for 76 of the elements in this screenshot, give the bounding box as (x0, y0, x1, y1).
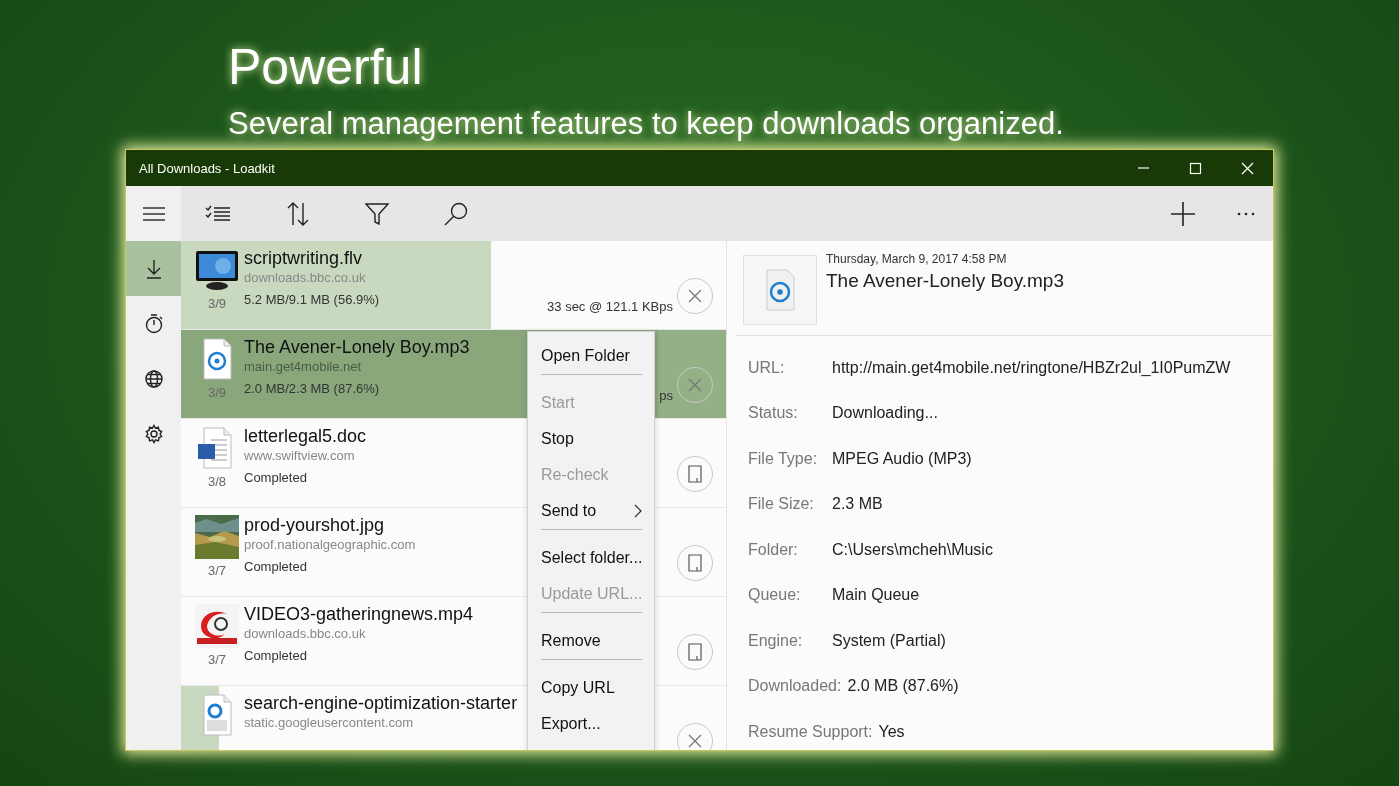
menu-item[interactable]: Open Folder (541, 338, 643, 374)
source-domain: static.googleusercontent.com (244, 714, 414, 732)
close-icon (688, 734, 702, 748)
progress-text: Completed (244, 559, 307, 574)
field-value: 2.0 MB (87.6%) (847, 677, 959, 696)
nav-item-highlight[interactable] (126, 241, 181, 296)
window-title: All Downloads - Loadkit (138, 160, 276, 176)
settings-icon[interactable] (144, 423, 163, 444)
stopwatch-icon[interactable] (144, 313, 163, 334)
source-domain: www.swiftview.com (244, 447, 355, 465)
file-title: The Avener-Lonely Boy.mp3 (826, 270, 1064, 292)
field-label: Folder: (748, 540, 799, 559)
swirl-icon (195, 604, 239, 648)
more-icon[interactable] (1237, 211, 1255, 216)
source-domain: main.get4mobile.net (244, 358, 362, 376)
progress-text: 5.2 MB/9.1 MB (56.9%) (244, 292, 380, 307)
field-label: Status: (748, 404, 799, 423)
sort-icon[interactable] (286, 201, 310, 226)
field-label: Queue: (748, 586, 802, 605)
menu-item[interactable]: Stop (541, 421, 643, 457)
field-value: Main Queue (832, 586, 920, 605)
field-value: Downloading... (832, 404, 938, 423)
queue-position: 3/9 (207, 296, 227, 311)
source-domain: downloads.bbc.co.uk (244, 269, 366, 287)
monitor-icon (195, 248, 239, 292)
menu-item[interactable]: Remove (541, 623, 643, 659)
file-icon (688, 465, 702, 483)
headline: Powerful (228, 38, 424, 96)
field-value: C:\Users\mcheh\Music (832, 540, 993, 559)
queue-position: 3/7 (207, 563, 227, 578)
field-value: System (Partial) (832, 631, 946, 650)
search-icon[interactable] (444, 201, 468, 226)
file-icon (688, 643, 702, 661)
file-name: search-engine-optimization-starter (244, 692, 518, 714)
field-value: http://main.get4mobile.net/ringtone/HBZr2ul_1I0PumZW (832, 358, 1231, 377)
close-icon[interactable] (1240, 161, 1254, 175)
field-label: File Size: (748, 495, 815, 514)
field-label: Downloaded: (748, 677, 842, 696)
checklist-icon[interactable] (205, 204, 231, 223)
queue-position: 3/9 (207, 385, 227, 400)
maximize-icon[interactable] (1188, 161, 1202, 175)
file-icon (688, 554, 702, 572)
add-icon[interactable] (1171, 201, 1195, 226)
field-value: Yes (878, 722, 905, 741)
file-name: prod-yourshot.jpg (244, 514, 385, 536)
filter-icon[interactable] (365, 202, 389, 225)
file-name: letterlegal5.doc (244, 425, 367, 447)
file-date: Thursday, March 9, 2017 4:58 PM (826, 252, 1008, 266)
download-icon[interactable] (144, 258, 163, 279)
close-icon (688, 289, 702, 303)
progress-text: 2.0 MB/2.3 MB (87.6%) (244, 381, 380, 396)
progress-text: Completed (244, 470, 307, 485)
file-name: VIDEO3-gatheringnews.mp4 (244, 603, 474, 625)
field-value: 2.3 MB (832, 495, 883, 514)
field-label: File Type: (748, 449, 819, 468)
queue-position: 3/8 (207, 474, 227, 489)
field-value: MPEG Audio (MP3) (832, 449, 972, 468)
field-label: Resume Support: (748, 722, 873, 741)
field-label: Engine: (748, 631, 804, 650)
speed-text: ps (659, 387, 673, 403)
globe-icon[interactable] (144, 368, 163, 389)
source-domain: proof.nationalgeographic.com (244, 536, 416, 554)
queue-position: 3/7 (207, 652, 227, 667)
speed-text: 33 sec @ 121.1 KBps (547, 298, 673, 314)
file-name: scriptwriting.flv (244, 247, 363, 269)
progress-text: Completed (244, 648, 307, 663)
chevron-icon (634, 504, 643, 518)
subheadline: Several management features to keep downloads organized. (228, 105, 1065, 143)
source-domain: downloads.bbc.co.uk (244, 625, 366, 643)
download-row[interactable]: 3/9 scriptwriting.flv downloads.bbc.co.uk 5.2 MB/9.1 MB (56.9%) 33 sec @ 121.1 KBps (181, 241, 726, 330)
close-icon (688, 378, 702, 392)
menu-item[interactable]: Select folder... (541, 540, 643, 576)
menu-icon[interactable] (142, 206, 165, 221)
field-label: URL: (748, 358, 786, 377)
file-name: The Avener-Lonely Boy.mp3 (244, 336, 470, 358)
menu-item[interactable]: Export... (541, 706, 643, 742)
